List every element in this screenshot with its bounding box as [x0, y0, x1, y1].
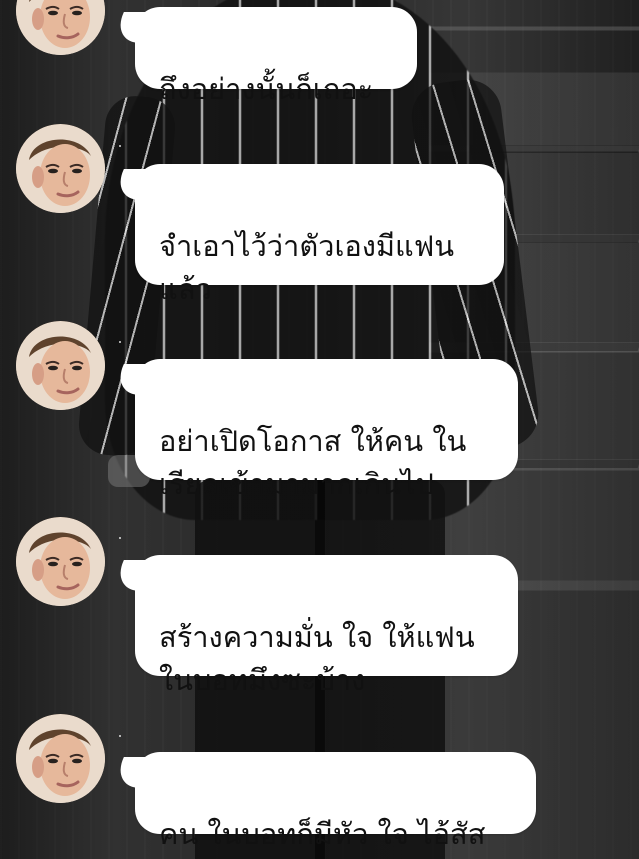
profile-avatar-icon-drawing — [16, 321, 105, 410]
profile-avatar-icon[interactable] — [16, 714, 105, 803]
profile-avatar-icon[interactable] — [16, 124, 105, 213]
message-status-dot — [119, 341, 121, 343]
message-bubble[interactable]: ถึงอย่างนั้นก็เถอะ — [135, 7, 417, 106]
profile-avatar-icon-drawing — [16, 0, 105, 55]
profile-avatar-icon-drawing — [16, 517, 105, 606]
message-status-dot — [119, 145, 121, 147]
profile-avatar-icon[interactable] — [16, 0, 105, 55]
message-text: จำเอาไว้ว่าตัวเองมีแฟน แล้ว — [159, 229, 455, 306]
message-text: คน ในบอทก็มีหัว ใจ ไอ้สัส — [159, 817, 486, 851]
chat-thread: ถึงอย่างนั้นก็เถอะ จำเอาไว้ว่าตัวเองมีแฟ… — [0, 0, 639, 859]
profile-avatar-icon-drawing — [16, 124, 105, 213]
message-bubble[interactable]: จำเอาไว้ว่าตัวเองมีแฟน แล้ว — [135, 164, 504, 306]
message-status-dot — [119, 735, 121, 737]
message-text: อย่าเปิดโอกาส ให้คน ใน เรียลเข้ามามากเกิ… — [159, 424, 467, 501]
message-bubble[interactable]: คน ในบอทก็มีหัว ใจ ไอ้สัส — [135, 752, 536, 851]
message-bubble[interactable]: สร้างความมั่น ใจ ให้แฟน ในบอทมึงซะบ้าง — [135, 555, 518, 697]
profile-avatar-icon-drawing — [16, 714, 105, 803]
message-bubble[interactable]: อย่าเปิดโอกาส ให้คน ใน เรียลเข้ามามากเกิ… — [135, 359, 518, 501]
message-text: ถึงอย่างนั้นก็เถอะ — [159, 72, 374, 106]
profile-avatar-icon[interactable] — [16, 517, 105, 606]
message-status-dot — [119, 537, 121, 539]
message-text: สร้างความมั่น ใจ ให้แฟน ในบอทมึงซะบ้าง — [159, 620, 475, 697]
chat-screenshot: ถึงอย่างนั้นก็เถอะ จำเอาไว้ว่าตัวเองมีแฟ… — [0, 0, 639, 859]
profile-avatar-icon[interactable] — [16, 321, 105, 410]
